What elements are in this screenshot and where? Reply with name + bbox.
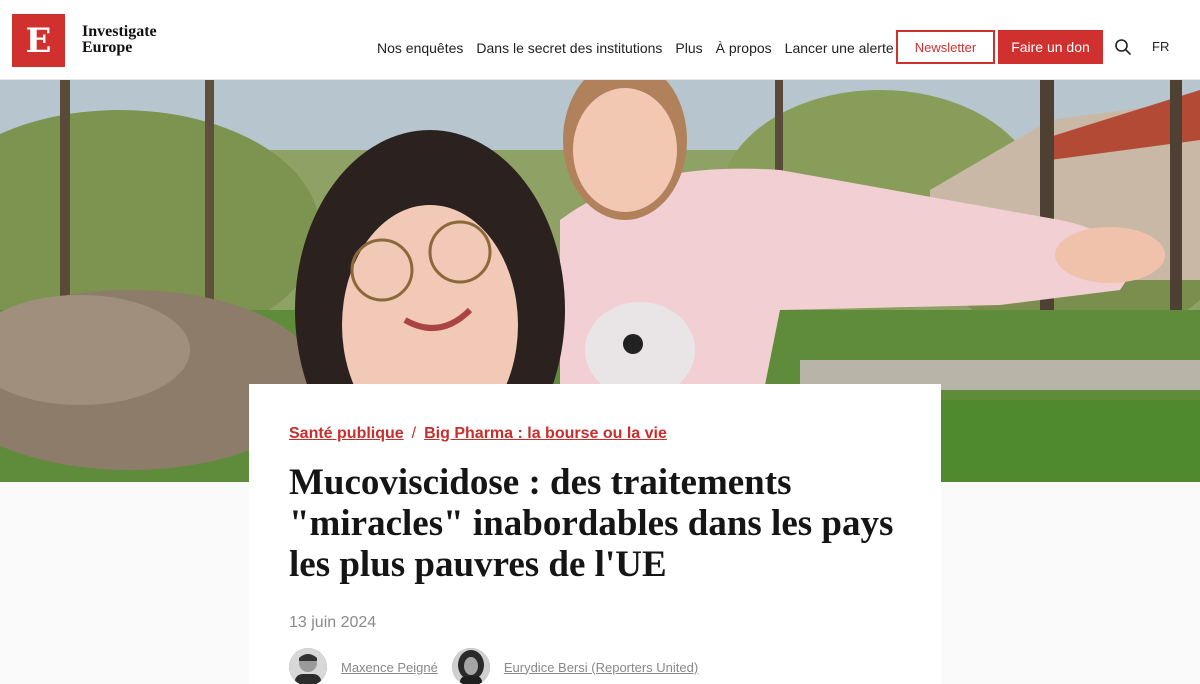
newsletter-button[interactable]: Newsletter [896,30,995,64]
breadcrumb-separator: / [411,425,417,442]
search-icon[interactable] [1114,38,1132,56]
nav-item-enquetes[interactable]: Nos enquêtes [377,40,463,56]
avatar-image [289,648,327,684]
article-header-card: Santé publique / Big Pharma : la bourse ou… [249,384,941,684]
category-link[interactable]: Santé publique [289,425,404,442]
nav-item-plus[interactable]: Plus [675,40,702,56]
avatar-image [451,648,490,684]
logo-text[interactable]: Investigate Europe [82,24,157,56]
author-name[interactable]: Eurydice Bersi (Reporters United) [504,660,698,675]
publish-date: 13 juin 2024 [289,614,377,631]
site-header: E Investigate Europe Nos enquêtes Dans l… [0,0,1200,80]
series-link[interactable]: Big Pharma : la bourse ou la vie [424,425,667,442]
author-avatar[interactable] [451,648,490,684]
breadcrumb: Santé publique / Big Pharma : la bourse ou… [289,425,667,443]
author-name[interactable]: Maxence Peigné [341,660,438,675]
nav-item-institutions[interactable]: Dans le secret des institutions [476,40,662,56]
author-item: Eurydice Bersi (Reporters United) [451,648,698,684]
language-switcher[interactable]: FR [1152,39,1169,54]
logo-mark[interactable]: E [12,14,65,67]
article-title: Mucoviscidose : des traitements "miracle… [289,462,894,585]
author-item: Maxence Peigné [289,648,438,684]
logo-line-2: Europe [82,39,133,56]
donate-button[interactable]: Faire un don [998,30,1103,64]
author-list: Maxence Peigné Eurydice Bersi (Reporters… [289,648,712,684]
author-avatar[interactable] [289,648,327,684]
logo-line-1: Investigate [82,23,157,40]
nav-item-alerte[interactable]: Lancer une alerte [785,40,894,56]
nav-item-a-propos[interactable]: À propos [716,40,772,56]
main-nav: Nos enquêtes Dans le secret des institut… [377,40,907,56]
